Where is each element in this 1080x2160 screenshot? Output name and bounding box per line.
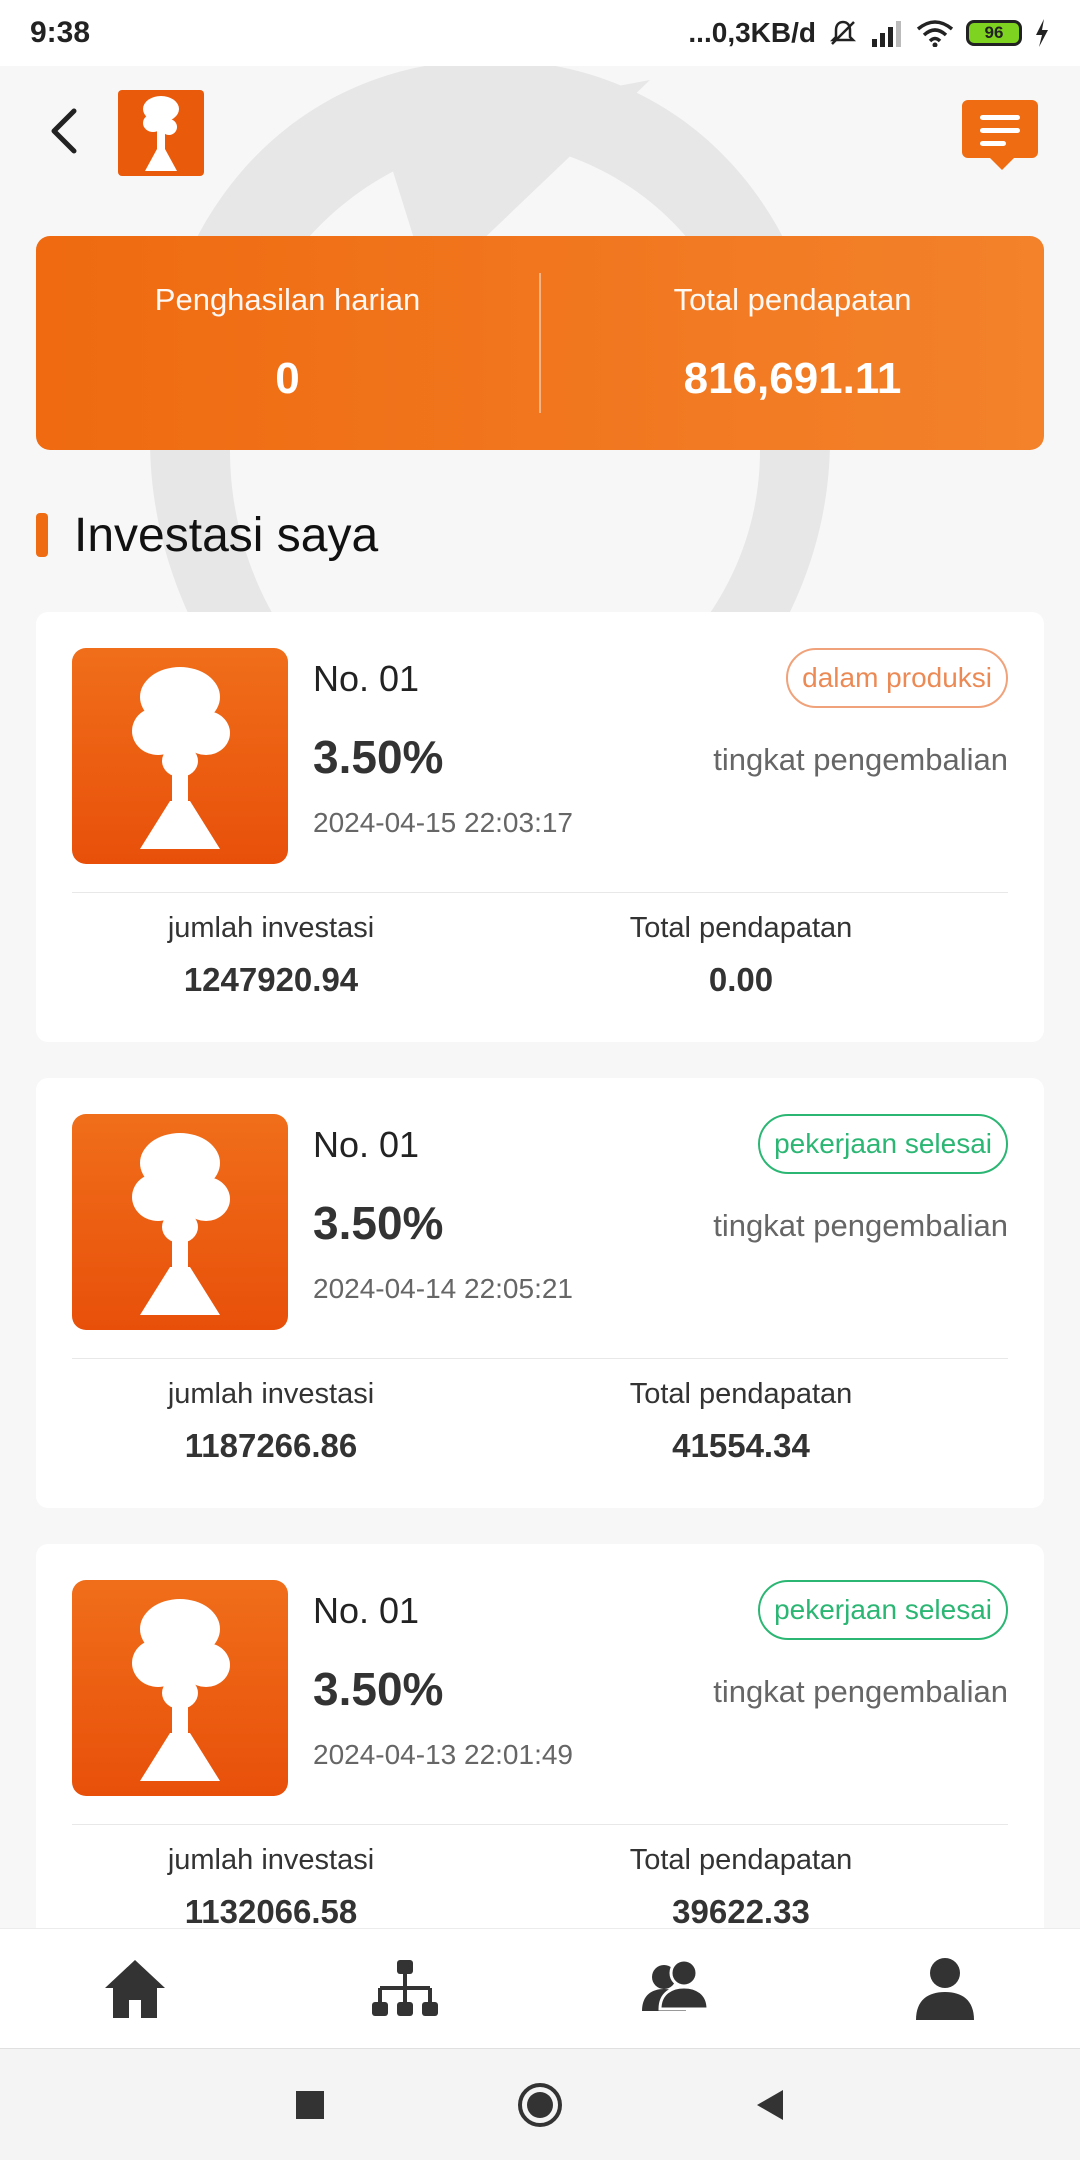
nav-home[interactable] xyxy=(65,1939,205,2039)
total-income-label: Total pendapatan xyxy=(673,282,912,317)
team-tree-icon xyxy=(372,1959,438,2016)
total-income: Total pendapatan 0.00 xyxy=(506,912,976,999)
circle-icon xyxy=(518,2082,562,2127)
investment-card[interactable]: No. 01 3.50% 2024-04-15 22:03:17 dalam p… xyxy=(36,612,1044,1042)
purchase-date: 2024-04-13 22:01:49 xyxy=(313,1739,573,1770)
square-icon xyxy=(296,2090,324,2119)
product-thumbnail xyxy=(72,1580,288,1796)
investment-amount-label: jumlah investasi xyxy=(167,1378,375,1410)
tree-product-icon xyxy=(132,667,230,849)
return-rate: 3.50% xyxy=(313,1663,444,1715)
total-income-value: 0.00 xyxy=(708,961,774,998)
section-title: Investasi saya xyxy=(74,508,379,562)
investment-amount: jumlah investasi 1247920.94 xyxy=(36,912,506,999)
app-header xyxy=(0,66,1080,236)
menu-line xyxy=(980,141,1006,146)
card-divider xyxy=(72,1824,1008,1825)
return-rate: 3.50% xyxy=(313,731,444,783)
mute-bell-icon xyxy=(829,20,857,45)
status-badge: dalam produksi xyxy=(786,648,1008,708)
investment-amount-label: jumlah investasi xyxy=(167,912,375,944)
return-rate-label: tingkat pengembalian xyxy=(713,1208,1008,1243)
product-name: No. 01 xyxy=(313,1590,420,1631)
total-income-label: Total pendapatan xyxy=(629,912,853,944)
menu-line xyxy=(980,115,1020,120)
nav-group[interactable] xyxy=(605,1939,745,2039)
investment-amount: jumlah investasi 1187266.86 xyxy=(36,1378,506,1465)
investment-card[interactable]: No. 01 3.50% 2024-04-13 22:01:49 pekerja… xyxy=(36,1544,1044,1974)
total-income-label: Total pendapatan xyxy=(629,1844,853,1876)
back-arrow-icon[interactable] xyxy=(40,101,90,161)
tree-logo-icon xyxy=(143,96,179,171)
total-income: Total pendapatan 41554.34 xyxy=(506,1378,976,1465)
total-income-value: 41554.34 xyxy=(672,1427,810,1464)
status-icons: ...0,3KB/d 96 xyxy=(688,17,1050,49)
investment-amount-value: 1247920.94 xyxy=(183,961,359,998)
nav-profile[interactable] xyxy=(875,1939,1015,2039)
status-time: 9:38 xyxy=(30,16,91,49)
charging-icon xyxy=(1036,19,1048,47)
investment-amount-value: 1132066.58 xyxy=(184,1893,358,1930)
back-system-button[interactable] xyxy=(740,2075,800,2135)
tree-product-icon xyxy=(132,1599,230,1781)
product-name: No. 01 xyxy=(313,658,420,699)
status-badge: pekerjaan selesai xyxy=(758,1114,1008,1174)
network-speed: ...0,3KB/d xyxy=(688,17,816,48)
status-badge: pekerjaan selesai xyxy=(758,1580,1008,1640)
home-system-button[interactable] xyxy=(510,2075,570,2135)
daily-income-value: 0 xyxy=(275,354,300,403)
return-rate-label: tingkat pengembalian xyxy=(713,742,1008,777)
card-divider xyxy=(72,892,1008,893)
tree-product-icon xyxy=(132,1133,230,1315)
card-divider xyxy=(72,1358,1008,1359)
message-menu-button[interactable] xyxy=(962,100,1038,170)
battery-indicator: 96 xyxy=(966,20,1022,46)
signal-icon xyxy=(872,21,901,47)
bottom-navigation xyxy=(0,1928,1080,2048)
total-income-value: 816,691.11 xyxy=(683,354,902,403)
investment-amount-label: jumlah investasi xyxy=(167,1844,375,1876)
triangle-back-icon xyxy=(757,2089,783,2120)
section-accent-bar xyxy=(36,513,48,557)
daily-income: Penghasilan harian 0 xyxy=(36,282,539,404)
earnings-summary-card: Penghasilan harian 0 Total pendapatan 81… xyxy=(36,236,1044,450)
product-thumbnail xyxy=(72,648,288,864)
total-income: Total pendapatan 816,691.11 xyxy=(541,282,1044,404)
investment-card[interactable]: No. 01 3.50% 2024-04-14 22:05:21 pekerja… xyxy=(36,1078,1044,1508)
purchase-date: 2024-04-14 22:05:21 xyxy=(313,1273,573,1304)
section-header: Investasi saya xyxy=(36,500,378,570)
system-navigation-bar xyxy=(0,2048,1080,2160)
wifi-icon xyxy=(916,20,954,47)
total-income: Total pendapatan 39622.33 xyxy=(506,1844,976,1931)
total-income-value: 39622.33 xyxy=(672,1893,810,1930)
product-name: No. 01 xyxy=(313,1124,420,1165)
product-thumbnail xyxy=(72,1114,288,1330)
investment-amount-value: 1187266.86 xyxy=(184,1427,358,1464)
home-icon xyxy=(105,1959,165,2018)
investment-amount: jumlah investasi 1132066.58 xyxy=(36,1844,506,1931)
return-rate: 3.50% xyxy=(313,1197,444,1249)
total-income-label: Total pendapatan xyxy=(629,1378,853,1410)
recent-apps-button[interactable] xyxy=(280,2075,340,2135)
group-icon xyxy=(642,1958,710,2011)
app-logo xyxy=(118,90,204,176)
status-bar: 9:38 ...0,3KB/d 96 xyxy=(0,0,1080,66)
daily-income-label: Penghasilan harian xyxy=(154,282,421,317)
nav-team[interactable] xyxy=(335,1939,475,2039)
user-icon xyxy=(916,1957,974,2020)
return-rate-label: tingkat pengembalian xyxy=(713,1674,1008,1709)
menu-line xyxy=(980,128,1020,133)
purchase-date: 2024-04-15 22:03:17 xyxy=(313,807,573,838)
